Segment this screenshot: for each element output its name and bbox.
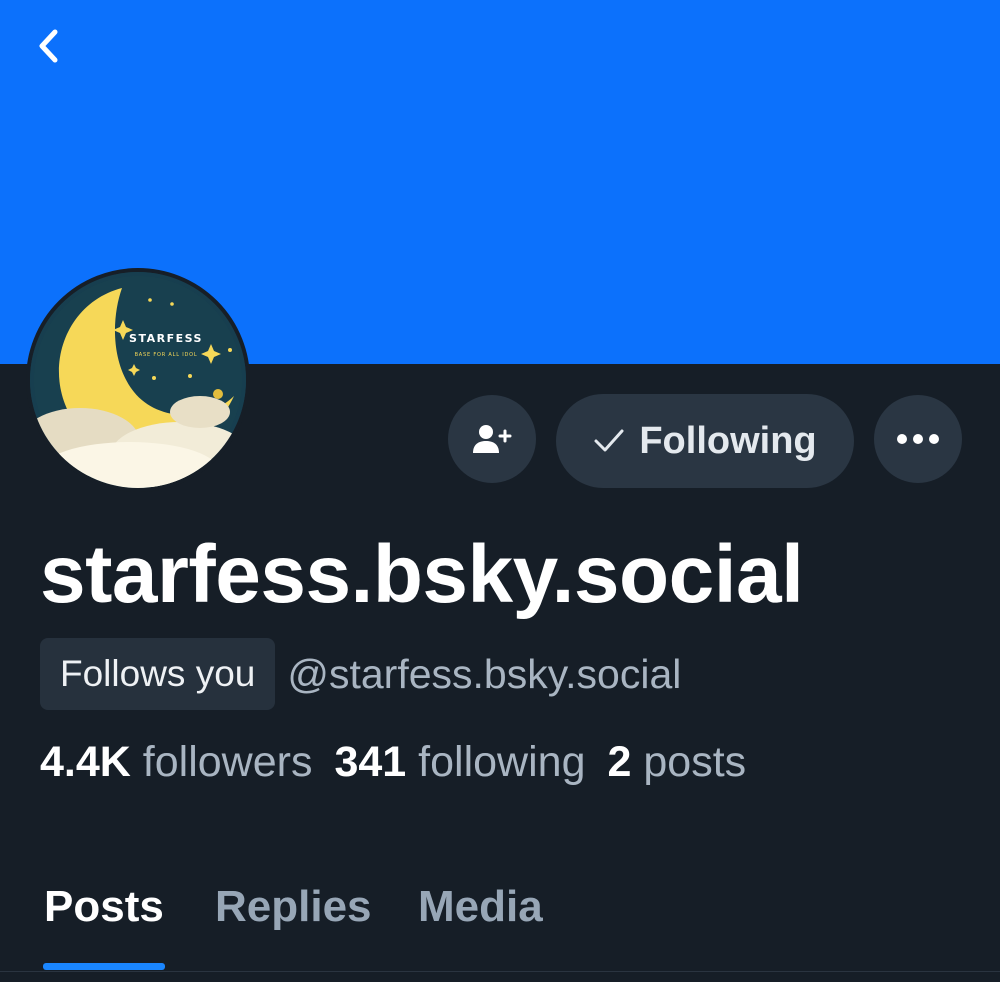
- check-icon: [594, 429, 624, 452]
- more-options-button[interactable]: [874, 395, 962, 483]
- add-user-button[interactable]: [448, 395, 536, 483]
- chevron-left-icon: [39, 29, 58, 63]
- profile-stats: 4.4K followers 341 following 2 posts: [40, 738, 746, 787]
- followers-label: followers: [142, 738, 313, 786]
- follows-you-badge: Follows you: [40, 638, 276, 710]
- following-count: 341: [334, 738, 407, 786]
- posts-count: 2: [607, 738, 632, 786]
- tab-posts[interactable]: Posts: [44, 882, 164, 932]
- followers-stat[interactable]: 4.4K followers: [40, 738, 312, 787]
- following-stat[interactable]: 341 following: [334, 738, 585, 787]
- tab-media[interactable]: Media: [418, 882, 543, 932]
- posts-stat: 2 posts: [608, 738, 747, 787]
- avatar-title: STARFESS: [129, 332, 203, 345]
- following-button-label: Following: [639, 419, 817, 462]
- back-button[interactable]: [26, 22, 70, 70]
- following-button[interactable]: Following: [556, 394, 854, 488]
- followers-count: 4.4K: [40, 738, 131, 786]
- tab-replies[interactable]: Replies: [215, 882, 372, 932]
- handle-row: Follows you @starfess.bsky.social: [40, 638, 681, 710]
- active-tab-indicator: [43, 963, 165, 970]
- person-plus-icon: [473, 425, 512, 453]
- display-name: starfess.bsky.social: [40, 529, 804, 620]
- posts-label: posts: [643, 738, 747, 786]
- avatar[interactable]: STARFESS BASE FOR ALL IDOL: [26, 268, 250, 492]
- profile-handle: @starfess.bsky.social: [287, 650, 682, 697]
- avatar-subtitle: BASE FOR ALL IDOL: [135, 352, 198, 358]
- ellipsis-icon: [897, 434, 939, 444]
- profile-tabs: Posts Replies Media: [0, 872, 1000, 972]
- following-label: following: [418, 738, 586, 786]
